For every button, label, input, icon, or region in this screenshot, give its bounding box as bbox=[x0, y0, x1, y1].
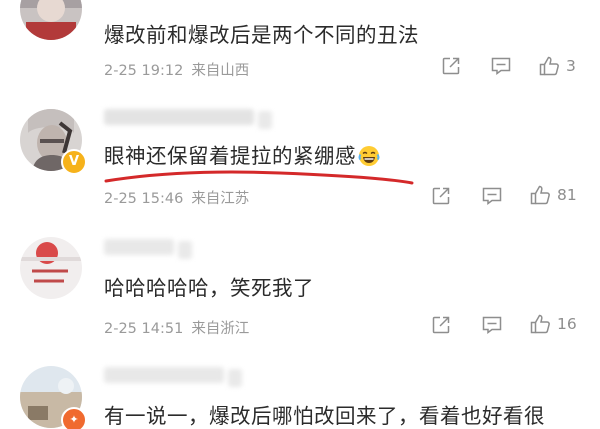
comment-item: ✦ 有一说一，爆改后哪怕改回来了，看着也好看很 bbox=[0, 355, 600, 429]
share-button[interactable] bbox=[441, 56, 461, 76]
comment-item: V 眼神还保留着提拉的紧绷感 2-25 15:46 来自江苏 81 bbox=[0, 95, 600, 225]
member-badge-icon bbox=[258, 111, 272, 129]
comment-location: 来自浙江 bbox=[191, 321, 250, 337]
comment-location: 来自江苏 bbox=[191, 191, 250, 207]
verified-badge: V bbox=[61, 149, 87, 175]
comment-username bbox=[104, 109, 272, 131]
like-button[interactable]: 81 bbox=[529, 184, 577, 206]
avatar[interactable] bbox=[20, 237, 82, 299]
comment-button[interactable] bbox=[481, 186, 503, 206]
comment-item: 哈哈哈哈哈，笑死我了 2-25 14:51 来自浙江 16 bbox=[0, 225, 600, 355]
comment-feed: 爆改前和爆改后是两个不同的丑法 2-25 19:12 来自山西 3 V 眼神还保… bbox=[0, 0, 600, 429]
like-count: 3 bbox=[566, 57, 576, 75]
share-icon bbox=[432, 316, 450, 334]
share-button[interactable] bbox=[431, 186, 451, 206]
comment-meta: 2-25 15:46 来自江苏 bbox=[104, 187, 249, 208]
comment-button[interactable] bbox=[490, 56, 512, 76]
share-icon bbox=[442, 57, 460, 75]
like-count: 81 bbox=[557, 186, 577, 204]
member-badge-icon bbox=[178, 241, 192, 259]
like-button[interactable]: 3 bbox=[538, 55, 576, 77]
comment-meta: 2-25 19:12 来自山西 bbox=[104, 59, 249, 80]
comment-text: 有一说一，爆改后哪怕改回来了，看着也好看很 bbox=[104, 404, 545, 428]
share-button[interactable] bbox=[431, 315, 451, 335]
blurred-username bbox=[104, 239, 174, 255]
comment-date: 2-25 14:51 bbox=[104, 321, 184, 337]
member-badge-icon bbox=[228, 369, 242, 387]
like-button[interactable]: 16 bbox=[529, 313, 577, 335]
comment-location: 来自山西 bbox=[191, 63, 250, 79]
like-count: 16 bbox=[557, 315, 577, 333]
comment-text: 哈哈哈哈哈，笑死我了 bbox=[104, 276, 314, 300]
blurred-username bbox=[104, 367, 224, 383]
thumbs-up-icon bbox=[530, 185, 550, 205]
comment-item: 爆改前和爆改后是两个不同的丑法 2-25 19:12 来自山西 3 bbox=[0, 0, 600, 95]
comment-text: 爆改前和爆改后是两个不同的丑法 bbox=[104, 23, 419, 47]
comment-button[interactable] bbox=[481, 315, 503, 335]
verified-badge-icon: ✦ bbox=[61, 407, 87, 429]
comment-meta: 2-25 14:51 来自浙江 bbox=[104, 317, 249, 338]
avatar[interactable] bbox=[20, 0, 82, 40]
share-icon bbox=[432, 187, 450, 205]
comment-username bbox=[104, 239, 192, 261]
thumbs-up-icon bbox=[530, 314, 550, 334]
comment-date: 2-25 15:46 bbox=[104, 191, 184, 207]
comment-icon bbox=[482, 187, 502, 205]
comment-icon bbox=[491, 57, 511, 75]
blurred-username bbox=[104, 109, 254, 125]
comment-icon bbox=[482, 316, 502, 334]
thumbs-up-icon bbox=[539, 56, 559, 76]
comment-username bbox=[104, 367, 242, 389]
comment-date: 2-25 19:12 bbox=[104, 63, 184, 79]
